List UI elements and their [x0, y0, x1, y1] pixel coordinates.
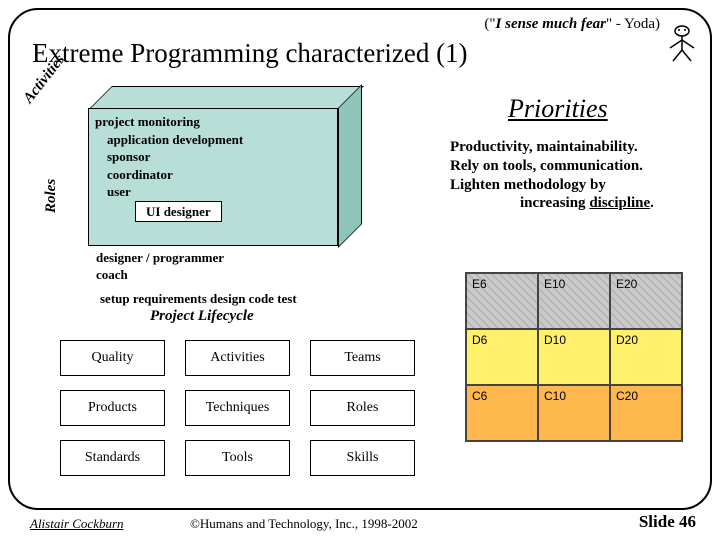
- roles-axis-label: Roles: [43, 179, 60, 213]
- below-box-text: designer / programmer coach: [96, 250, 224, 284]
- cell-e6: E6: [466, 273, 538, 329]
- slide-title: Extreme Programming characterized (1): [32, 38, 468, 69]
- below-line-1: designer / programmer: [96, 250, 224, 267]
- cell-tools: Tools: [185, 440, 290, 476]
- priorities-line-3a: Lighten methodology by: [450, 176, 705, 195]
- priority-crystal-grid: E6 E10 E20 D6 D10 D20 C6 C10 C20: [465, 272, 683, 442]
- cell-roles: Roles: [310, 390, 415, 426]
- priorities-line-3b-suffix: .: [650, 195, 654, 211]
- cell-quality: Quality: [60, 340, 165, 376]
- box-line-2: application development: [107, 131, 331, 149]
- cell-standards: Standards: [60, 440, 165, 476]
- box-top-face: [88, 86, 364, 110]
- priorities-heading: Priorities: [508, 94, 608, 124]
- box-line-1: project monitoring: [95, 113, 331, 131]
- cell-teams: Teams: [310, 340, 415, 376]
- slide-frame: ("I sense much fear" - Yoda) Extreme Pro…: [8, 8, 712, 510]
- cell-c20: C20: [610, 385, 682, 441]
- activities-roles-box: project monitoring application developme…: [88, 108, 338, 246]
- priorities-line-3b-prefix: increasing: [520, 195, 589, 211]
- quote-prefix: (": [484, 16, 495, 32]
- nine-box-grid: Quality Activities Teams Products Techni…: [60, 340, 415, 476]
- footer-slide-number: Slide 46: [639, 512, 696, 532]
- box-line-5: user: [107, 183, 331, 201]
- cell-e10: E10: [538, 273, 610, 329]
- cell-techniques: Techniques: [185, 390, 290, 426]
- cell-c6: C6: [466, 385, 538, 441]
- box-line-3: sponsor: [107, 148, 331, 166]
- box-side-face: [338, 84, 362, 248]
- cell-c10: C10: [538, 385, 610, 441]
- cell-d6: D6: [466, 329, 538, 385]
- footer-author: Alistair Cockburn: [30, 516, 124, 532]
- below-line-2: coach: [96, 267, 224, 284]
- quote-line: ("I sense much fear" - Yoda): [484, 16, 660, 33]
- cell-skills: Skills: [310, 440, 415, 476]
- box-front-face: project monitoring application developme…: [88, 108, 338, 246]
- quote-suffix: " - Yoda): [606, 16, 660, 32]
- quote-text: I sense much fear: [496, 16, 606, 32]
- stick-figure-icon: [668, 24, 696, 62]
- cell-d20: D20: [610, 329, 682, 385]
- priorities-line-2: Rely on tools, communication.: [450, 157, 705, 176]
- cell-products: Products: [60, 390, 165, 426]
- cell-activities: Activities: [185, 340, 290, 376]
- priorities-discipline-word: discipline: [589, 195, 650, 211]
- priorities-body: Productivity, maintainability. Rely on t…: [450, 138, 705, 213]
- cell-e20: E20: [610, 273, 682, 329]
- priorities-line-1: Productivity, maintainability.: [450, 138, 705, 157]
- lifecycle-title: Project Lifecycle: [150, 308, 254, 325]
- box-line-4: coordinator: [107, 166, 331, 184]
- footer-copyright: ©Humans and Technology, Inc., 1998-2002: [190, 516, 418, 532]
- priorities-line-3b: increasing discipline.: [450, 194, 705, 213]
- lifecycle-items: setup requirements design code test: [100, 291, 297, 307]
- ui-designer-box: UI designer: [135, 201, 222, 223]
- cell-d10: D10: [538, 329, 610, 385]
